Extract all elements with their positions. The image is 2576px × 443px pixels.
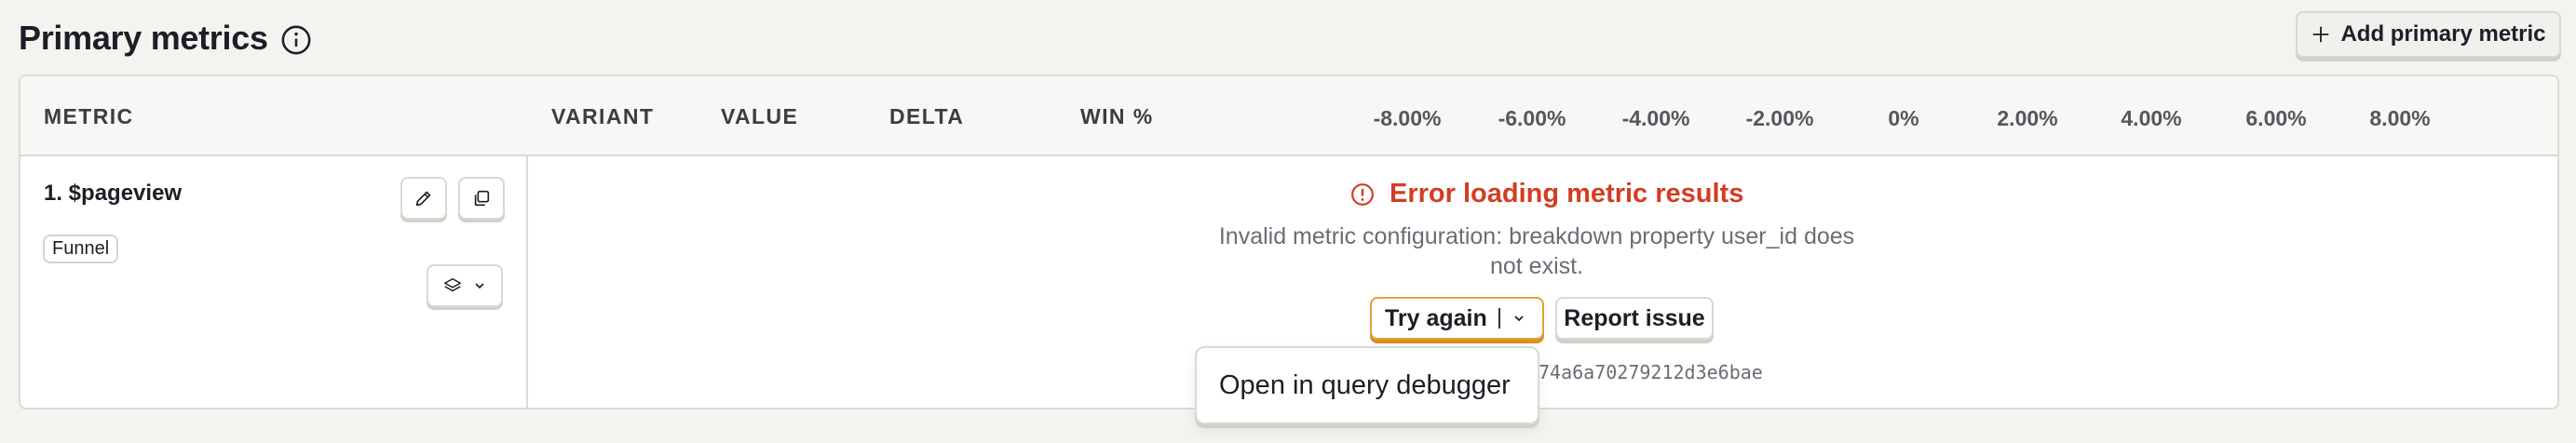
- chevron-down-icon[interactable]: [1512, 311, 1526, 326]
- chevron-down-icon: [475, 283, 484, 289]
- breakdown-dropdown-button[interactable]: [427, 264, 503, 307]
- metric-type-badge: Funnel: [43, 235, 119, 263]
- axis-tick: 8.00%: [2369, 106, 2431, 130]
- pencil-icon: [415, 191, 431, 207]
- layers-icon: [444, 277, 461, 292]
- split-divider: [1498, 308, 1500, 329]
- axis-tick: 0%: [1888, 106, 1919, 130]
- axis-tick: -8.00%: [1373, 106, 1442, 130]
- column-header-win-percent: WIN %: [1080, 104, 1154, 128]
- column-header-value: VALUE: [721, 104, 799, 128]
- query-id-text: 74a6a70279212d3e6bae: [1539, 361, 1763, 383]
- metric-row-header: 1. $pageview Funnel: [20, 154, 528, 408]
- error-title-text: Error loading metric results: [1390, 179, 1744, 208]
- error-message: Invalid metric configuration: breakdown …: [1218, 223, 1855, 279]
- try-again-split-button[interactable]: Try again: [1370, 297, 1544, 340]
- duplicate-metric-button[interactable]: [458, 177, 505, 220]
- column-header-metric: METRIC: [44, 104, 134, 128]
- alert-circle-icon: [1351, 182, 1374, 206]
- error-heading: Error loading metric results: [1350, 179, 1743, 209]
- column-header-delta: DELTA: [889, 104, 965, 128]
- axis-tick: -2.00%: [1745, 106, 1814, 130]
- edit-metric-button[interactable]: [400, 177, 447, 220]
- axis-tick: 4.00%: [2121, 106, 2182, 130]
- plus-icon: [2313, 26, 2329, 43]
- page-title: Primary metrics: [19, 19, 268, 57]
- add-primary-metric-button[interactable]: Add primary metric: [2296, 11, 2561, 58]
- column-header-variant: VARIANT: [551, 104, 655, 128]
- axis-tick: 6.00%: [2245, 106, 2307, 130]
- try-again-dropdown-menu: Open in query debugger: [1195, 346, 1539, 424]
- axis-tick: 2.00%: [1997, 106, 2058, 130]
- open-in-query-debugger-item[interactable]: Open in query debugger: [1219, 370, 1511, 401]
- copy-icon: [474, 190, 490, 207]
- axis-tick: -4.00%: [1621, 106, 1690, 130]
- add-primary-metric-label: Add primary metric: [2340, 21, 2546, 47]
- try-again-label[interactable]: Try again: [1372, 305, 1487, 332]
- report-issue-button[interactable]: Report issue: [1555, 297, 1714, 340]
- table-header: METRIC VARIANT VALUE DELTA WIN % -8.00% …: [20, 76, 2557, 156]
- info-icon[interactable]: [280, 24, 312, 56]
- axis-tick: -6.00%: [1498, 106, 1566, 130]
- metric-name: 1. $pageview: [44, 181, 183, 206]
